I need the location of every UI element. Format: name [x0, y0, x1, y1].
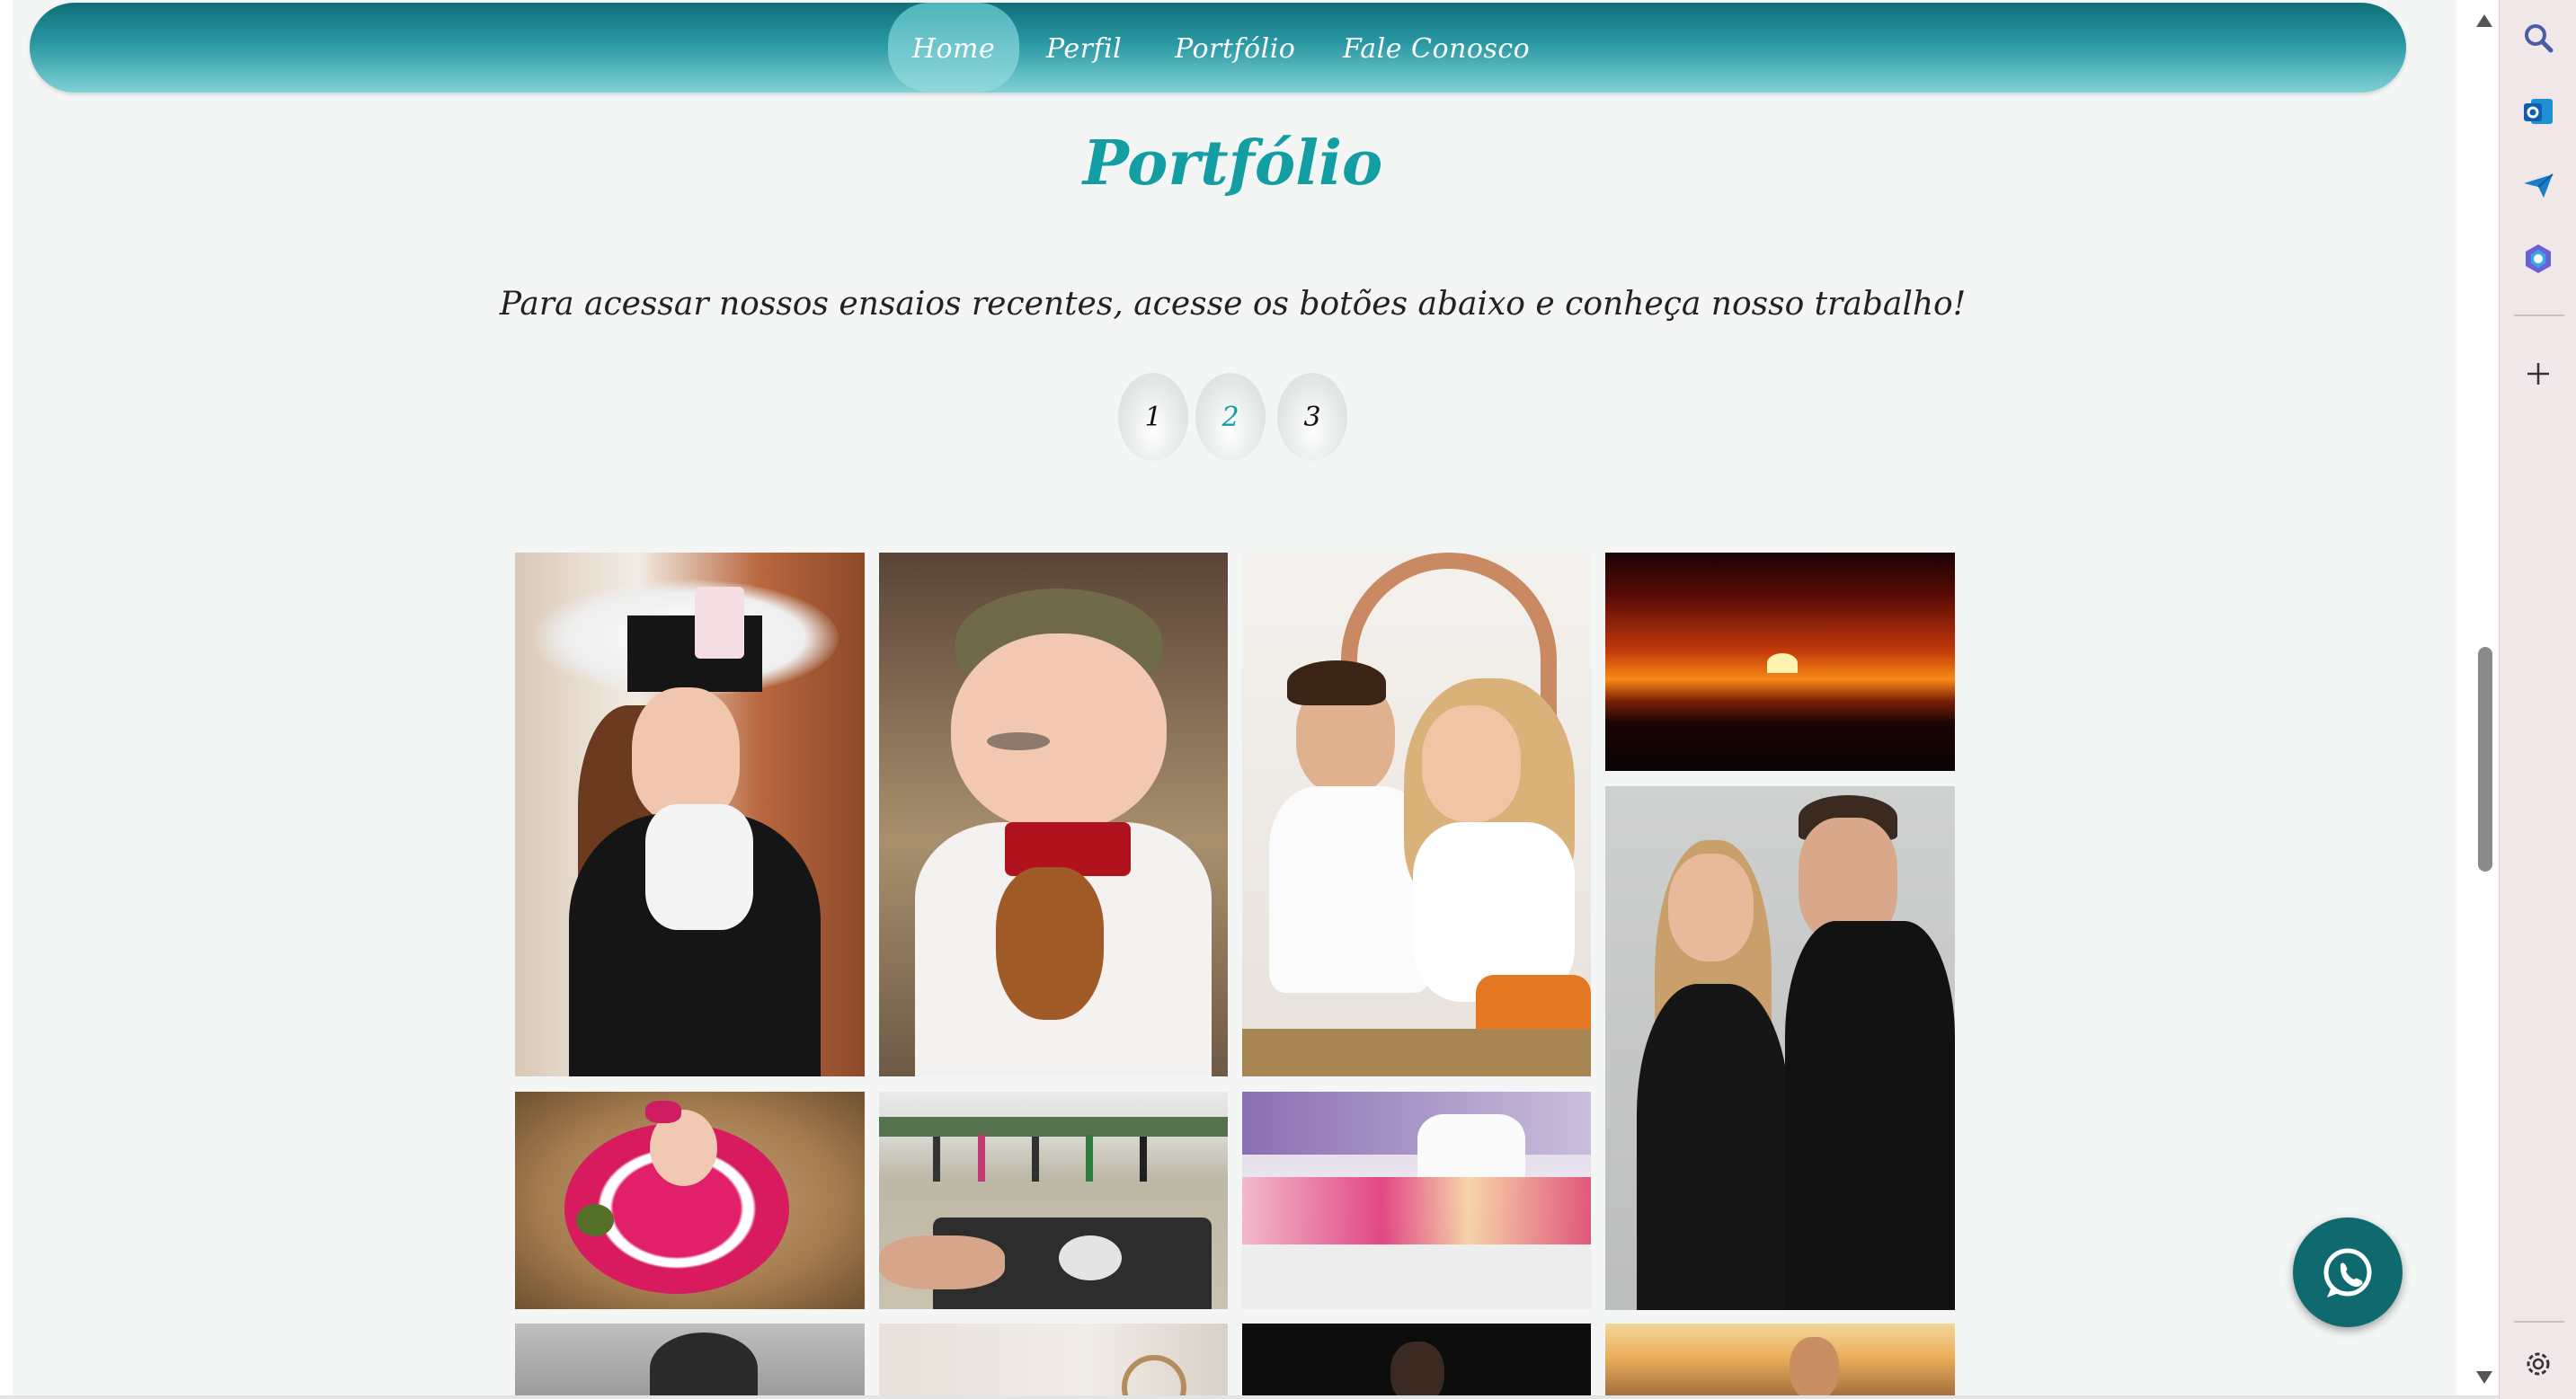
- whatsapp-button[interactable]: [2293, 1217, 2403, 1327]
- page-button-3[interactable]: 3: [1277, 373, 1347, 461]
- nav-home[interactable]: Home: [888, 3, 1019, 93]
- browser-side-panel: [2499, 0, 2576, 1399]
- photo-dark-studio[interactable]: [1242, 1324, 1591, 1399]
- whatsapp-icon: [2323, 1248, 2372, 1297]
- scrollbar-thumb[interactable]: [2478, 647, 2492, 872]
- main-navbar: Home Perfil Portfólio Fale Conosco: [30, 3, 2406, 93]
- search-icon[interactable]: [2520, 20, 2556, 56]
- page-bottom-edge: [0, 1395, 2499, 1399]
- photo-black-white-portrait[interactable]: [515, 1324, 865, 1399]
- page-button-2[interactable]: 2: [1195, 373, 1266, 461]
- nav-portfolio[interactable]: Portfólio: [1175, 3, 1295, 93]
- nav-perfil[interactable]: Perfil: [1046, 3, 1122, 93]
- page-title: Portfólio: [1082, 128, 1383, 199]
- scroll-down-arrow[interactable]: [2476, 1371, 2492, 1384]
- photo-sunset[interactable]: [1605, 553, 1955, 771]
- photo-baby-red-dress[interactable]: [515, 1092, 865, 1309]
- photo-golden-beach[interactable]: [1605, 1324, 1955, 1399]
- photo-party-table[interactable]: [1242, 1092, 1591, 1309]
- nav-fale-conosco[interactable]: Fale Conosco: [1343, 3, 1530, 93]
- page-button-1[interactable]: 1: [1118, 373, 1188, 461]
- scroll-up-arrow[interactable]: [2476, 14, 2492, 27]
- settings-icon[interactable]: [2520, 1346, 2556, 1382]
- photo-graduation-portrait[interactable]: [515, 553, 865, 1076]
- side-panel-divider: [2514, 314, 2564, 316]
- page-subtitle: Para acessar nossos ensaios recentes, ac…: [499, 286, 1967, 323]
- photo-couple-pregnancy[interactable]: [1605, 786, 1955, 1310]
- add-icon[interactable]: [2520, 356, 2556, 392]
- page-gutter: [0, 0, 13, 1399]
- photo-baby-chimarrao[interactable]: [879, 553, 1228, 1076]
- send-icon[interactable]: [2520, 167, 2556, 203]
- photo-light-studio[interactable]: [879, 1324, 1228, 1399]
- photo-outdoor-dance-class[interactable]: [879, 1092, 1228, 1309]
- side-panel-divider-bottom: [2514, 1321, 2564, 1323]
- copilot-icon[interactable]: [2520, 241, 2556, 277]
- outlook-icon[interactable]: [2520, 93, 2556, 129]
- photo-mother-and-son[interactable]: [1242, 553, 1591, 1076]
